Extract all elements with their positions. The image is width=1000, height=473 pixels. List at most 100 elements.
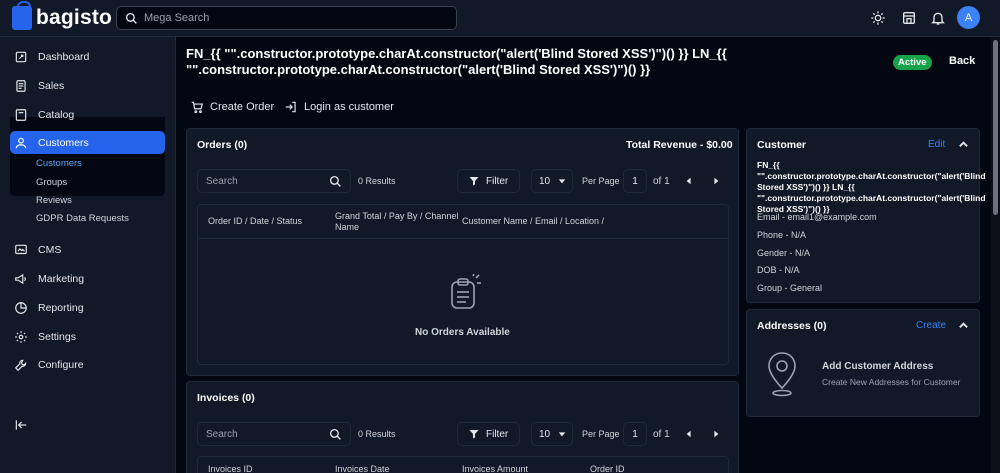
invoices-filter-button[interactable]: Filter <box>457 422 520 446</box>
map-pin-icon <box>768 352 796 397</box>
chevron-up-icon[interactable] <box>958 139 969 150</box>
invoices-title: Invoices (0) <box>197 392 255 404</box>
subnav-item-reviews[interactable]: Reviews <box>36 195 72 206</box>
gear-icon <box>15 330 27 343</box>
filter-label: Filter <box>486 175 509 187</box>
invoices-column-header: Invoices Date <box>335 464 390 473</box>
customer-group: Group - General <box>757 283 823 293</box>
orders-per-page-select[interactable]: 10 <box>531 169 573 193</box>
sidebar-item-customers[interactable]: Customers <box>10 131 165 154</box>
wrench-icon <box>14 359 27 371</box>
orders-filter-button[interactable]: Filter <box>457 169 520 193</box>
empty-orders-label: No Orders Available <box>415 327 510 338</box>
sun-icon[interactable] <box>869 9 887 27</box>
orders-search-input[interactable] <box>206 175 326 187</box>
sidebar-item-dashboard[interactable]: Dashboard <box>10 45 165 68</box>
login-as-customer-button[interactable]: Login as customer <box>284 100 394 114</box>
page-title: FN_{{ "".constructor.prototype.charAt.co… <box>186 46 727 77</box>
caret-down-icon <box>558 179 566 184</box>
create-address-link[interactable]: Create <box>916 320 946 331</box>
mega-search-input[interactable] <box>144 12 444 24</box>
mega-search[interactable] <box>116 6 457 30</box>
sidebar-item-cms[interactable]: CMS <box>10 238 165 261</box>
sidebar-item-configure[interactable]: Configure <box>10 353 165 376</box>
filter-label: Filter <box>486 428 509 440</box>
sidebar-item-label: Marketing <box>38 272 85 285</box>
logo[interactable]: bagisto <box>12 1 112 30</box>
back-button[interactable]: Back <box>949 55 975 67</box>
bell-icon[interactable] <box>929 9 947 27</box>
customers-submenu <box>10 117 165 196</box>
sidebar-item-sales[interactable]: Sales <box>10 74 165 97</box>
customer-phone: Phone - N/A <box>757 230 807 240</box>
subnav-item-gdpr[interactable]: GDPR Data Requests <box>36 213 129 224</box>
orders-page-of: of 1 <box>653 176 670 187</box>
sidebar-item-reporting[interactable]: Reporting <box>10 296 165 319</box>
sidebar-item-marketing[interactable]: Marketing <box>10 267 165 290</box>
prev-page-icon[interactable] <box>685 177 693 185</box>
add-address-title: Add Customer Address <box>822 361 934 372</box>
customer-panel-title: Customer <box>757 139 807 151</box>
scrollbar-thumb[interactable] <box>993 40 998 215</box>
login-as-customer-label: Login as customer <box>304 101 394 113</box>
status-badge: Active <box>893 55 932 70</box>
filter-icon <box>469 430 479 439</box>
invoices-per-page-select[interactable]: 10 <box>531 422 573 446</box>
next-page-icon[interactable] <box>712 430 720 438</box>
top-bar: bagisto A <box>0 0 1000 37</box>
sidebar-item-catalog[interactable]: Catalog <box>10 103 165 126</box>
sales-icon <box>16 79 26 92</box>
create-order-button[interactable]: Create Order <box>190 100 274 114</box>
create-order-label: Create Order <box>210 101 275 113</box>
orders-results-count: 0 Results <box>358 176 396 186</box>
search-icon[interactable] <box>329 428 342 441</box>
invoices-search-input[interactable] <box>206 428 326 440</box>
invoices-column-header: Invoices Amount <box>462 464 529 473</box>
dashboard-icon <box>15 51 27 62</box>
orders-search[interactable] <box>197 169 351 193</box>
sidebar-item-label: Dashboard <box>38 50 90 63</box>
login-icon <box>285 101 296 113</box>
customer-dob: DOB - N/A <box>757 265 800 275</box>
customer-name: FN_{{ "".constructor.prototype.charAt.co… <box>757 160 986 214</box>
bag-logo-icon <box>12 1 32 30</box>
orders-column-header: Grand Total / Pay By / Channel Name <box>335 211 459 232</box>
search-icon <box>125 12 137 24</box>
per-page-label: Per Page <box>582 429 620 439</box>
orders-page-input[interactable]: 1 <box>623 169 647 193</box>
cart-icon <box>191 101 203 114</box>
store-icon[interactable] <box>900 9 918 27</box>
empty-orders-icon <box>451 274 481 309</box>
user-icon <box>15 137 27 148</box>
cms-icon <box>15 244 27 254</box>
per-page-label: Per Page <box>582 176 620 186</box>
collapse-sidebar-icon[interactable] <box>14 418 28 432</box>
invoices-page-input[interactable]: 1 <box>623 422 647 446</box>
avatar[interactable]: A <box>957 6 980 29</box>
invoices-search[interactable] <box>197 422 351 446</box>
orders-column-header: Customer Name / Email / Location / <box>462 216 605 226</box>
search-icon[interactable] <box>329 175 342 188</box>
invoices-column-header: Order ID <box>590 464 625 473</box>
addresses-title: Addresses (0) <box>757 320 827 332</box>
invoices-results-count: 0 Results <box>358 429 396 439</box>
sidebar-item-label: Catalog <box>38 108 75 121</box>
invoices-column-header: Invoices ID <box>208 464 253 473</box>
invoices-page-of: of 1 <box>653 429 670 440</box>
per-page-value: 10 <box>539 175 551 187</box>
table-divider <box>198 238 728 239</box>
orders-column-header: Order ID / Date / Status <box>208 216 303 226</box>
subnav-item-customers[interactable]: Customers <box>36 158 82 169</box>
sidebar-item-label: CMS <box>38 243 62 256</box>
prev-page-icon[interactable] <box>685 430 693 438</box>
per-page-value: 10 <box>539 428 551 440</box>
next-page-icon[interactable] <box>712 177 720 185</box>
sidebar-item-label: Sales <box>38 79 65 92</box>
sidebar-item-label: Customers <box>38 136 89 149</box>
subnav-item-groups[interactable]: Groups <box>36 177 67 188</box>
chevron-up-icon[interactable] <box>958 320 969 331</box>
sidebar-item-settings[interactable]: Settings <box>10 325 165 348</box>
edit-customer-link[interactable]: Edit <box>928 139 945 150</box>
customer-email: Email - email1@example.com <box>757 212 877 222</box>
megaphone-icon <box>15 273 26 284</box>
